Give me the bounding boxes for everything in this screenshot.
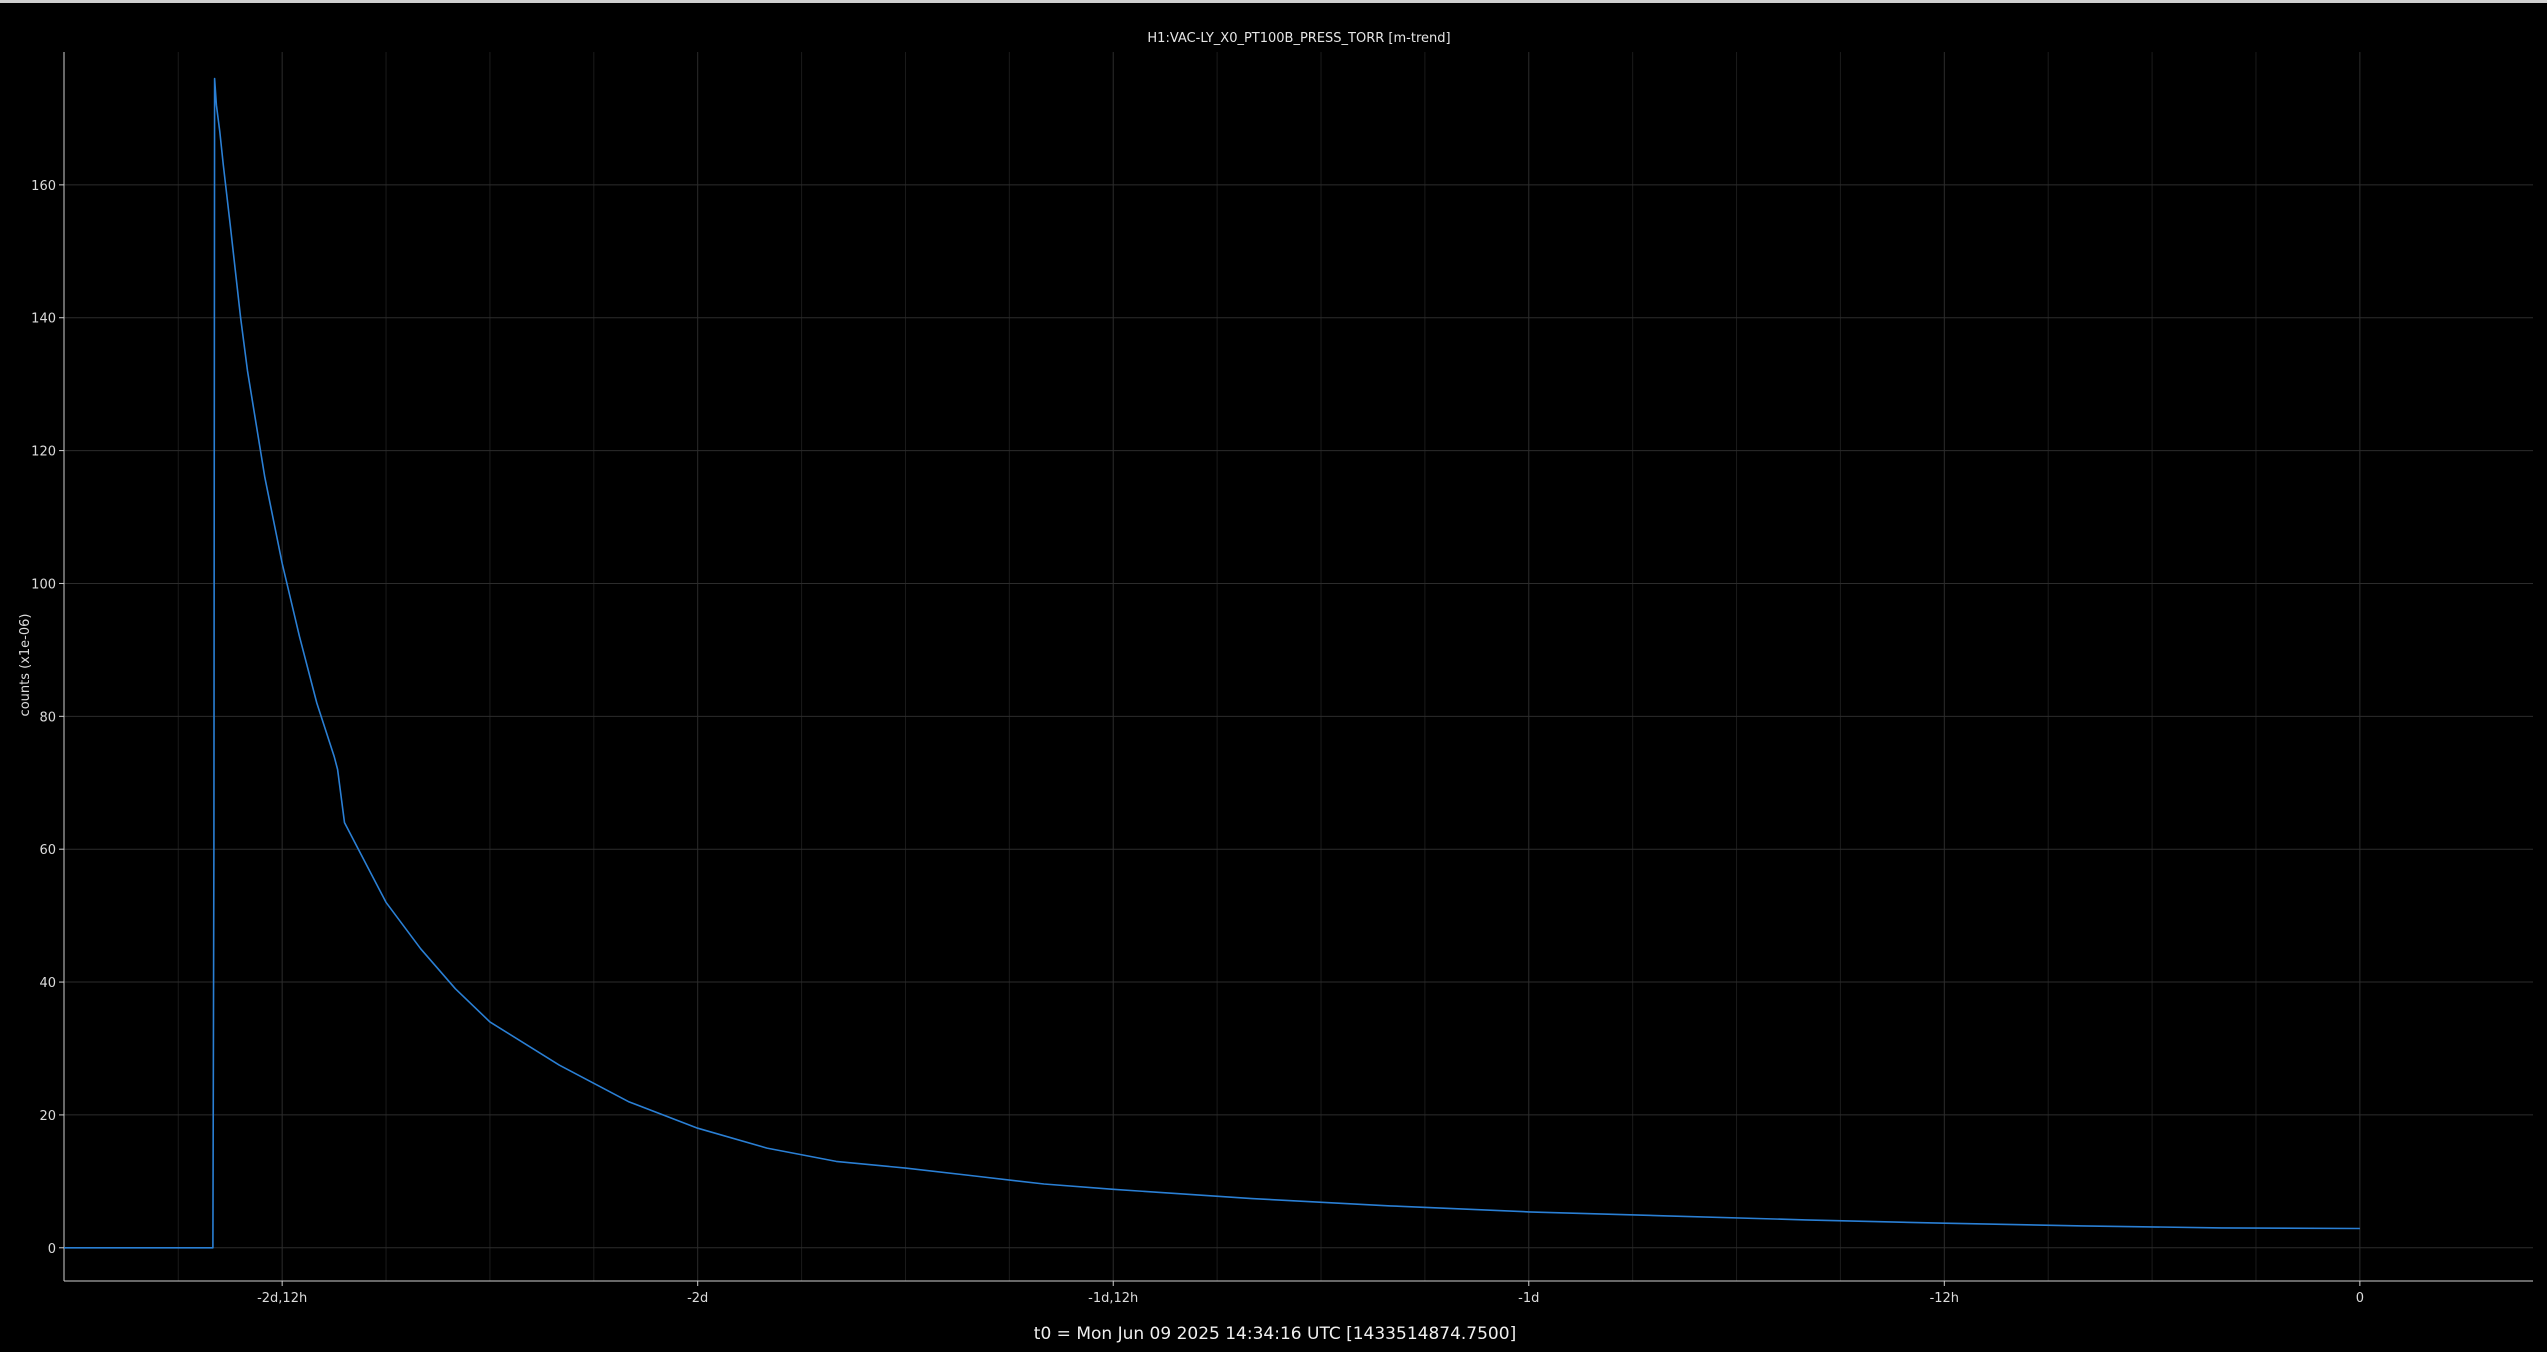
y-tick-label: 0	[48, 1242, 56, 1257]
y-tick-label: 100	[31, 577, 56, 592]
grid-layer	[64, 52, 2533, 1281]
x-tick-label: 0	[2356, 1291, 2364, 1306]
x-tick-label: -12h	[1930, 1291, 1959, 1306]
y-tick-label: 60	[39, 843, 56, 858]
y-tick-label: 160	[31, 179, 56, 194]
pressure-trend-chart: 020406080100120140160 -2d,12h -2d -1d,12h -…	[18, 31, 2533, 1344]
x-tick-label: -2d,12h	[257, 1291, 307, 1306]
x-axis-label: t0 = Mon Jun 09 2025 14:34:16 UTC [14335…	[1034, 1324, 1516, 1344]
x-tick-label: -2d	[687, 1291, 708, 1306]
y-tick-label: 40	[39, 976, 56, 991]
chart-title: H1:VAC-LY_X0_PT100B_PRESS_TORR [m-trend]	[1147, 31, 1450, 46]
series-layer	[64, 77, 2360, 1249]
y-tick-label: 80	[39, 710, 56, 725]
y-axis-label: counts (x1e-06)	[18, 614, 33, 717]
y-tick-labels: 0 20 40 60 80 100 120 140 160	[31, 179, 64, 1257]
x-tick-label: -1d,12h	[1088, 1291, 1138, 1306]
x-tick-label: -1d	[1518, 1291, 1539, 1306]
y-tick-label: 20	[39, 1109, 56, 1124]
y-tick-label: 140	[31, 312, 56, 327]
y-tick-label: 120	[31, 445, 56, 460]
x-tick-labels: -2d,12h -2d -1d,12h -1d -12h 0	[257, 1281, 2364, 1306]
series-line	[64, 77, 2360, 1249]
axes-layer	[63, 52, 2533, 1282]
